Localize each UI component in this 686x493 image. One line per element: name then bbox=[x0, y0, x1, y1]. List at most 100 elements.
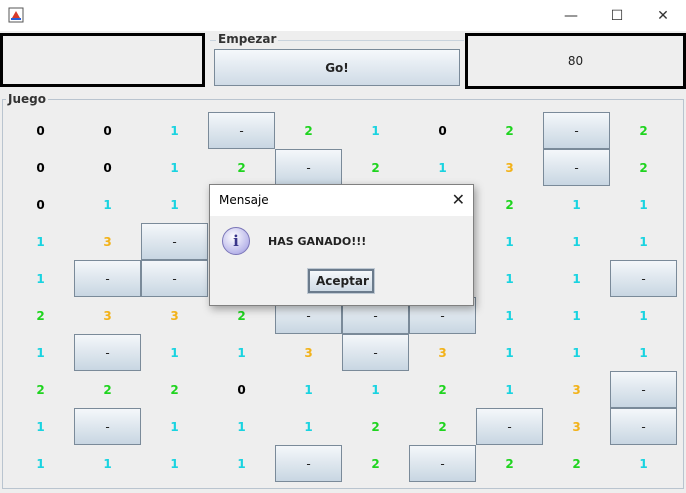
hidden-cell-button[interactable]: - bbox=[610, 371, 677, 408]
dialog-close-icon[interactable]: ✕ bbox=[452, 190, 465, 209]
revealed-cell: 1 bbox=[505, 345, 514, 360]
revealed-cell: 1 bbox=[304, 382, 313, 397]
revealed-cell: 1 bbox=[170, 345, 179, 360]
revealed-cell: 1 bbox=[36, 234, 45, 249]
revealed-cell: 1 bbox=[170, 456, 179, 471]
revealed-cell: 2 bbox=[639, 160, 648, 175]
revealed-cell: 0 bbox=[103, 123, 112, 138]
revealed-cell: 1 bbox=[639, 456, 648, 471]
message-dialog: Mensaje ✕ i HAS GANADO!!! Aceptar bbox=[209, 184, 474, 306]
revealed-cell: 1 bbox=[505, 271, 514, 286]
revealed-cell: 1 bbox=[36, 271, 45, 286]
revealed-cell: 3 bbox=[505, 160, 514, 175]
hidden-cell-button[interactable]: - bbox=[74, 334, 141, 371]
revealed-cell: 2 bbox=[36, 382, 45, 397]
hidden-cell-button[interactable]: - bbox=[74, 408, 141, 445]
revealed-cell: 1 bbox=[304, 419, 313, 434]
revealed-cell: 1 bbox=[36, 456, 45, 471]
information-icon: i bbox=[222, 227, 250, 255]
revealed-cell: 2 bbox=[505, 123, 514, 138]
accept-button[interactable]: Aceptar bbox=[307, 268, 375, 294]
revealed-cell: 1 bbox=[639, 308, 648, 323]
start-group-legend: Empezar bbox=[216, 32, 279, 46]
revealed-cell: 3 bbox=[438, 345, 447, 360]
revealed-cell: 3 bbox=[103, 308, 112, 323]
hidden-cell-button[interactable]: - bbox=[610, 260, 677, 297]
game-panel-legend: Juego bbox=[6, 92, 48, 106]
revealed-cell: 3 bbox=[304, 345, 313, 360]
revealed-cell: 1 bbox=[371, 123, 380, 138]
revealed-cell: 1 bbox=[572, 271, 581, 286]
revealed-cell: 1 bbox=[237, 419, 246, 434]
hidden-cell-button[interactable]: - bbox=[409, 445, 476, 482]
revealed-cell: 3 bbox=[572, 419, 581, 434]
revealed-cell: 2 bbox=[237, 160, 246, 175]
revealed-cell: 0 bbox=[438, 123, 447, 138]
hidden-cell-button[interactable]: - bbox=[543, 149, 610, 186]
java-app-icon bbox=[8, 7, 24, 23]
revealed-cell: 1 bbox=[572, 308, 581, 323]
hidden-cell-button[interactable]: - bbox=[543, 112, 610, 149]
revealed-cell: 1 bbox=[438, 160, 447, 175]
revealed-cell: 2 bbox=[572, 456, 581, 471]
hidden-cell-button[interactable]: - bbox=[610, 408, 677, 445]
revealed-cell: 2 bbox=[371, 456, 380, 471]
revealed-cell: 1 bbox=[170, 419, 179, 434]
revealed-cell: 1 bbox=[103, 197, 112, 212]
revealed-cell: 2 bbox=[505, 197, 514, 212]
revealed-cell: 1 bbox=[505, 308, 514, 323]
revealed-cell: 3 bbox=[103, 234, 112, 249]
revealed-cell: 1 bbox=[36, 419, 45, 434]
revealed-cell: 1 bbox=[237, 456, 246, 471]
revealed-cell: 0 bbox=[237, 382, 246, 397]
revealed-cell: 0 bbox=[36, 123, 45, 138]
revealed-cell: 2 bbox=[371, 160, 380, 175]
revealed-cell: 0 bbox=[36, 197, 45, 212]
revealed-cell: 1 bbox=[572, 197, 581, 212]
go-button[interactable]: Go! bbox=[214, 49, 460, 86]
revealed-cell: 1 bbox=[237, 345, 246, 360]
revealed-cell: 1 bbox=[36, 345, 45, 360]
revealed-cell: 2 bbox=[36, 308, 45, 323]
maximize-button[interactable]: ☐ bbox=[594, 0, 640, 31]
hidden-cell-button[interactable]: - bbox=[275, 445, 342, 482]
revealed-cell: 1 bbox=[170, 160, 179, 175]
window-title-bar: — ☐ ✕ bbox=[0, 0, 686, 31]
score-value: 80 bbox=[567, 54, 584, 68]
dialog-title-bar: Mensaje ✕ bbox=[210, 185, 473, 216]
revealed-cell: 2 bbox=[103, 382, 112, 397]
revealed-cell: 1 bbox=[639, 345, 648, 360]
revealed-cell: 0 bbox=[103, 160, 112, 175]
close-window-button[interactable]: ✕ bbox=[640, 0, 686, 31]
dialog-title: Mensaje bbox=[219, 193, 269, 207]
revealed-cell: 1 bbox=[572, 234, 581, 249]
revealed-cell: 2 bbox=[371, 419, 380, 434]
revealed-cell: 1 bbox=[371, 382, 380, 397]
hidden-cell-button[interactable]: - bbox=[141, 260, 208, 297]
revealed-cell: 1 bbox=[572, 345, 581, 360]
dialog-message: HAS GANADO!!! bbox=[268, 235, 367, 248]
hidden-cell-button[interactable]: - bbox=[74, 260, 141, 297]
score-panel: 80 bbox=[465, 33, 686, 89]
hidden-cell-button[interactable]: - bbox=[141, 223, 208, 260]
minimize-button[interactable]: — bbox=[548, 0, 594, 31]
revealed-cell: 2 bbox=[304, 123, 313, 138]
revealed-cell: 1 bbox=[505, 382, 514, 397]
hidden-cell-button[interactable]: - bbox=[342, 334, 409, 371]
revealed-cell: 1 bbox=[639, 234, 648, 249]
revealed-cell: 1 bbox=[505, 234, 514, 249]
hidden-cell-button[interactable]: - bbox=[208, 112, 275, 149]
hidden-cell-button[interactable]: - bbox=[476, 408, 543, 445]
revealed-cell: 1 bbox=[639, 197, 648, 212]
left-status-panel bbox=[0, 33, 205, 87]
revealed-cell: 0 bbox=[36, 160, 45, 175]
revealed-cell: 2 bbox=[639, 123, 648, 138]
revealed-cell: 1 bbox=[170, 197, 179, 212]
revealed-cell: 1 bbox=[170, 123, 179, 138]
revealed-cell: 1 bbox=[103, 456, 112, 471]
revealed-cell: 2 bbox=[438, 382, 447, 397]
revealed-cell: 3 bbox=[170, 308, 179, 323]
hidden-cell-button[interactable]: - bbox=[275, 149, 342, 186]
revealed-cell: 2 bbox=[438, 419, 447, 434]
revealed-cell: 2 bbox=[170, 382, 179, 397]
